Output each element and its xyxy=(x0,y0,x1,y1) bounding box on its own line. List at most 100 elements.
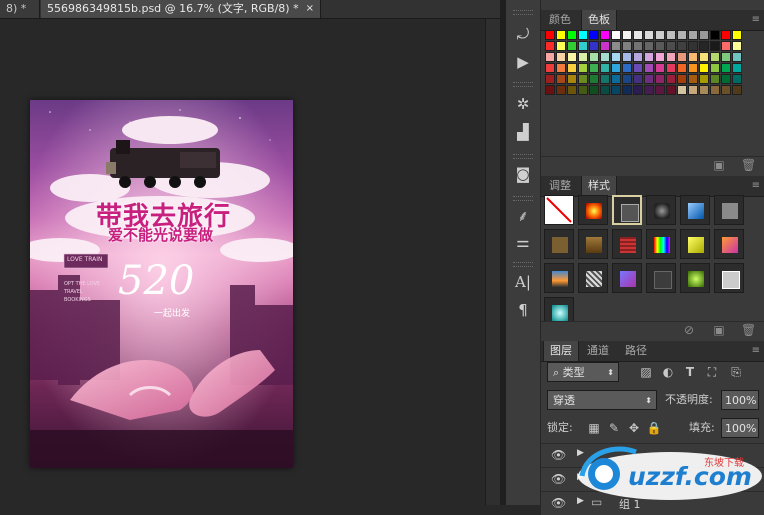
color-swatch[interactable] xyxy=(655,30,665,40)
color-swatch[interactable] xyxy=(655,74,665,84)
filter-type-icon[interactable]: T xyxy=(681,363,699,381)
character-icon[interactable]: A| xyxy=(513,272,533,292)
color-swatch[interactable] xyxy=(688,63,698,73)
brush-presets-icon[interactable]: ⸙ xyxy=(513,206,533,226)
filter-smart-object-icon[interactable]: ⎘ xyxy=(727,363,745,381)
eye-icon[interactable]: 👁 xyxy=(551,472,566,486)
color-swatch[interactable] xyxy=(567,85,577,95)
style-swatch[interactable] xyxy=(544,263,574,293)
tab-color[interactable]: 颜色 xyxy=(543,10,577,30)
color-swatch[interactable] xyxy=(677,52,687,62)
style-swatch[interactable] xyxy=(646,229,676,259)
tab-adjustments[interactable]: 调整 xyxy=(543,176,577,196)
color-swatch[interactable] xyxy=(600,63,610,73)
color-swatch[interactable] xyxy=(567,41,577,51)
color-swatch[interactable] xyxy=(666,41,676,51)
color-swatch[interactable] xyxy=(655,63,665,73)
tab-close-icon[interactable]: × xyxy=(306,0,314,18)
color-swatch[interactable] xyxy=(589,85,599,95)
color-swatch[interactable] xyxy=(666,63,676,73)
lock-image-icon[interactable]: ✎ xyxy=(605,419,623,437)
color-swatch[interactable] xyxy=(688,74,698,84)
color-swatch[interactable] xyxy=(556,85,566,95)
navigator-wheel-icon[interactable]: ✲ xyxy=(513,94,533,114)
panel-menu-icon[interactable]: ≡ xyxy=(752,180,760,191)
color-swatch[interactable] xyxy=(699,85,709,95)
color-swatch[interactable] xyxy=(666,74,676,84)
color-swatch[interactable] xyxy=(732,30,742,40)
tab-styles[interactable]: 样式 xyxy=(581,176,617,196)
tab-swatches[interactable]: 色板 xyxy=(581,10,617,30)
lock-all-icon[interactable]: 🔒 xyxy=(645,419,663,437)
color-swatch[interactable] xyxy=(578,74,588,84)
color-swatch[interactable] xyxy=(644,74,654,84)
color-swatch[interactable] xyxy=(611,30,621,40)
color-swatch[interactable] xyxy=(677,85,687,95)
color-swatch[interactable] xyxy=(600,85,610,95)
color-swatch[interactable] xyxy=(677,30,687,40)
color-swatch[interactable] xyxy=(721,41,731,51)
trash-icon[interactable]: 🗑 xyxy=(741,324,756,336)
info-icon[interactable]: ◙ xyxy=(513,164,533,184)
color-swatch[interactable] xyxy=(600,52,610,62)
style-swatch[interactable] xyxy=(544,229,574,259)
lock-transparent-icon[interactable]: ▦ xyxy=(585,419,603,437)
style-swatch[interactable] xyxy=(646,195,676,225)
fill-field[interactable]: 100% xyxy=(721,418,759,438)
color-swatch[interactable] xyxy=(688,41,698,51)
color-swatch[interactable] xyxy=(545,63,555,73)
color-swatch[interactable] xyxy=(655,41,665,51)
color-swatch[interactable] xyxy=(666,30,676,40)
color-swatch[interactable] xyxy=(545,30,555,40)
filter-shape-icon[interactable]: ⛶ xyxy=(703,363,721,381)
grip-icon[interactable] xyxy=(513,262,533,267)
color-swatch[interactable] xyxy=(611,52,621,62)
color-swatch[interactable] xyxy=(611,85,621,95)
style-swatch[interactable] xyxy=(578,229,608,259)
color-swatch[interactable] xyxy=(633,52,643,62)
color-swatch[interactable] xyxy=(666,85,676,95)
grip-icon[interactable] xyxy=(513,10,533,15)
color-swatch[interactable] xyxy=(545,52,555,62)
color-swatch[interactable] xyxy=(732,85,742,95)
style-swatch[interactable] xyxy=(680,195,710,225)
color-swatch[interactable] xyxy=(545,74,555,84)
style-swatch[interactable] xyxy=(646,263,676,293)
color-swatch[interactable] xyxy=(633,63,643,73)
history-icon[interactable]: ⤾ xyxy=(513,24,533,44)
color-swatch[interactable] xyxy=(721,63,731,73)
actions-play-icon[interactable]: ▶ xyxy=(513,52,533,72)
color-swatch[interactable] xyxy=(556,74,566,84)
color-swatch[interactable] xyxy=(567,30,577,40)
color-swatch[interactable] xyxy=(710,63,720,73)
color-swatch[interactable] xyxy=(633,85,643,95)
lock-position-icon[interactable]: ✥ xyxy=(625,419,643,437)
grip-icon[interactable] xyxy=(513,196,533,201)
clear-style-icon[interactable]: ⊘ xyxy=(683,324,695,336)
color-swatch[interactable] xyxy=(589,63,599,73)
color-swatch[interactable] xyxy=(677,41,687,51)
color-swatch[interactable] xyxy=(622,30,632,40)
color-swatch[interactable] xyxy=(699,52,709,62)
color-swatch[interactable] xyxy=(567,63,577,73)
style-none[interactable] xyxy=(544,195,574,225)
color-swatch[interactable] xyxy=(721,30,731,40)
color-swatch[interactable] xyxy=(644,52,654,62)
color-swatch[interactable] xyxy=(622,63,632,73)
color-swatch[interactable] xyxy=(655,52,665,62)
style-swatch[interactable] xyxy=(612,195,642,225)
new-style-icon[interactable]: ▣ xyxy=(713,324,725,336)
color-swatch[interactable] xyxy=(567,74,577,84)
tab-layers[interactable]: 图层 xyxy=(543,341,579,361)
color-swatch[interactable] xyxy=(633,30,643,40)
color-swatch[interactable] xyxy=(633,41,643,51)
style-swatch[interactable] xyxy=(578,195,608,225)
layer-filter-select[interactable]: ⌕ 类型 ⬍ xyxy=(547,362,619,382)
color-swatch[interactable] xyxy=(688,52,698,62)
paragraph-icon[interactable]: ¶ xyxy=(513,300,533,320)
color-swatch[interactable] xyxy=(589,74,599,84)
color-swatch[interactable] xyxy=(710,52,720,62)
color-swatch[interactable] xyxy=(545,85,555,95)
filter-pixel-icon[interactable]: ▨ xyxy=(637,363,655,381)
color-swatch[interactable] xyxy=(721,85,731,95)
